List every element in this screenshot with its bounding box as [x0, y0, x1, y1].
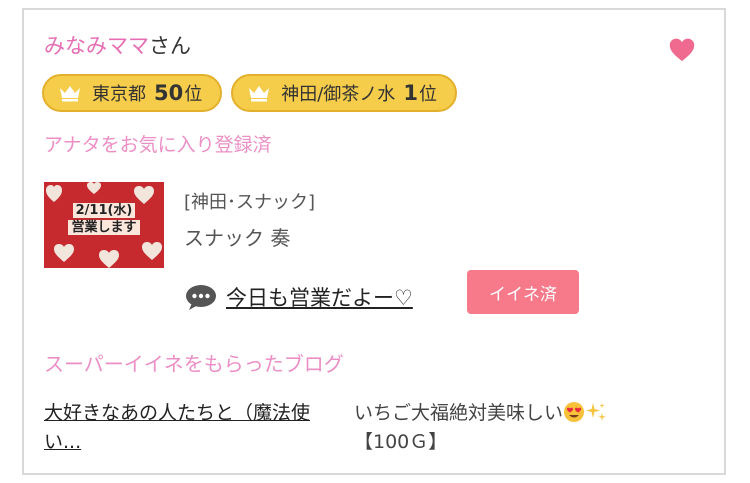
- blog-title-prefix: いちご大福絶対美味しい: [354, 402, 564, 424]
- badge-rank-number: 50: [154, 81, 184, 105]
- post-row: 今日も営業だよー♡: [184, 282, 413, 312]
- comment-icon: [186, 285, 216, 310]
- ranking-badge-area[interactable]: 東京都 50 位: [42, 74, 223, 112]
- heart-icon[interactable]: [668, 36, 696, 64]
- crown-icon: [60, 86, 80, 102]
- user-card: みなみママさん 東京都 50 位 神田/御茶ノ水 1 位 アナタをお気に入り登録…: [22, 8, 726, 475]
- ranking-badge-district[interactable]: 神田/御茶ノ水 1 位: [231, 74, 457, 112]
- thumbnail-caption: 2/11(水) 営業します: [44, 202, 164, 236]
- user-name[interactable]: みなみママ: [44, 34, 149, 58]
- badge-rank-unit: 位: [418, 84, 437, 105]
- thumbnail-text-open: 営業します: [68, 220, 140, 235]
- blog-link-1[interactable]: 大好きなあの人たちと（魔法使い...: [44, 399, 334, 457]
- shop-thumbnail[interactable]: 2/11(水) 営業します: [44, 182, 164, 268]
- badge-rank-number: 1: [403, 81, 418, 105]
- badge-rank-unit: 位: [184, 84, 203, 105]
- crown-icon: [249, 86, 270, 102]
- blog-title-suffix: 【100Ｇ】: [354, 431, 448, 453]
- super-iine-heading: スーパーイイネをもらったブログ: [44, 352, 344, 376]
- thumbnail-text-date: 2/11(水): [72, 203, 136, 218]
- badge-area-label: 東京都: [92, 84, 146, 105]
- blog-link-2[interactable]: いちご大福絶対美味しい 【100Ｇ】: [354, 399, 684, 457]
- sparkles-icon: [586, 403, 607, 421]
- user-line: みなみママさん: [44, 32, 191, 60]
- shop-name[interactable]: スナック 奏: [184, 222, 290, 251]
- iine-done-button[interactable]: イイネ済: [467, 270, 579, 314]
- user-suffix: さん: [149, 34, 191, 58]
- shop-category: [神田･スナック]: [184, 192, 316, 213]
- favorite-status: アナタをお気に入り登録済: [44, 134, 272, 156]
- heart-eyes-emoji-icon: [564, 402, 585, 422]
- post-link[interactable]: 今日も営業だよー♡: [226, 282, 413, 312]
- ranking-badges: 東京都 50 位 神田/御茶ノ水 1 位: [42, 74, 457, 112]
- badge-area-label: 神田/御茶ノ水: [281, 84, 396, 105]
